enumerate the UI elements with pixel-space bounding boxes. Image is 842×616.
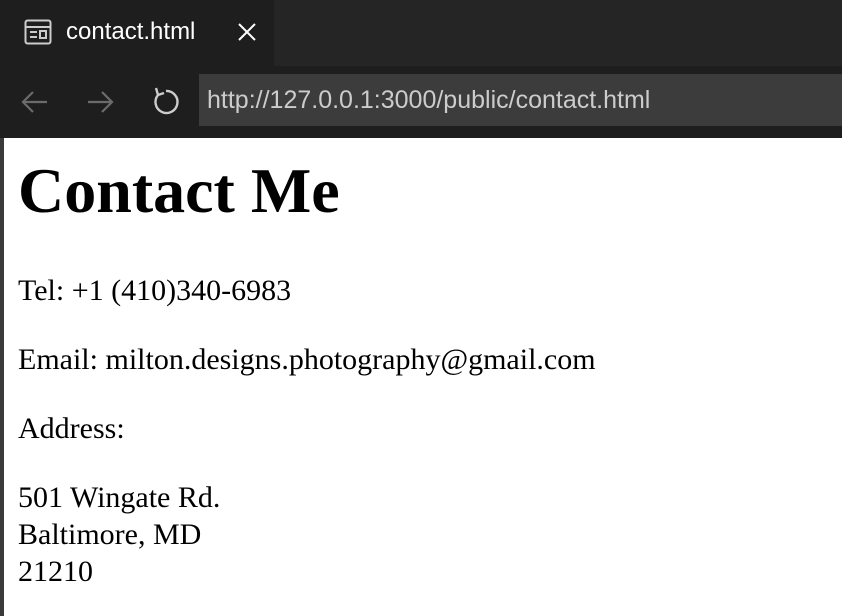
address-line-city: Baltimore, MD bbox=[18, 518, 202, 551]
address-line-street: 501 Wingate Rd. bbox=[18, 481, 221, 514]
arrow-right-icon[interactable] bbox=[82, 84, 118, 120]
navigation-bar: http://127.0.0.1:3000/public/contact.htm… bbox=[0, 66, 842, 138]
close-icon[interactable] bbox=[234, 19, 260, 45]
address-label: Address: bbox=[18, 412, 125, 445]
address-bar[interactable]: http://127.0.0.1:3000/public/contact.htm… bbox=[199, 74, 842, 126]
tab-title: contact.html bbox=[66, 18, 196, 45]
telephone-text: Tel: +1 (410)340-6983 bbox=[18, 274, 292, 307]
page-title: Contact Me bbox=[18, 155, 340, 226]
address-line-zip: 21210 bbox=[18, 555, 93, 588]
tab-strip: contact.html bbox=[0, 0, 842, 66]
arrow-left-icon[interactable] bbox=[17, 84, 53, 120]
page-content: Contact Me Tel: +1 (410)340-6983 Email: … bbox=[0, 138, 842, 616]
email-text: Email: milton.designs.photography@gmail.… bbox=[18, 343, 596, 376]
tab-contact[interactable]: contact.html bbox=[0, 0, 274, 66]
preview-icon bbox=[24, 19, 52, 45]
reload-icon[interactable] bbox=[147, 84, 183, 120]
browser-window: contact.html http://127.0.0.1:3000/publi… bbox=[0, 0, 842, 616]
